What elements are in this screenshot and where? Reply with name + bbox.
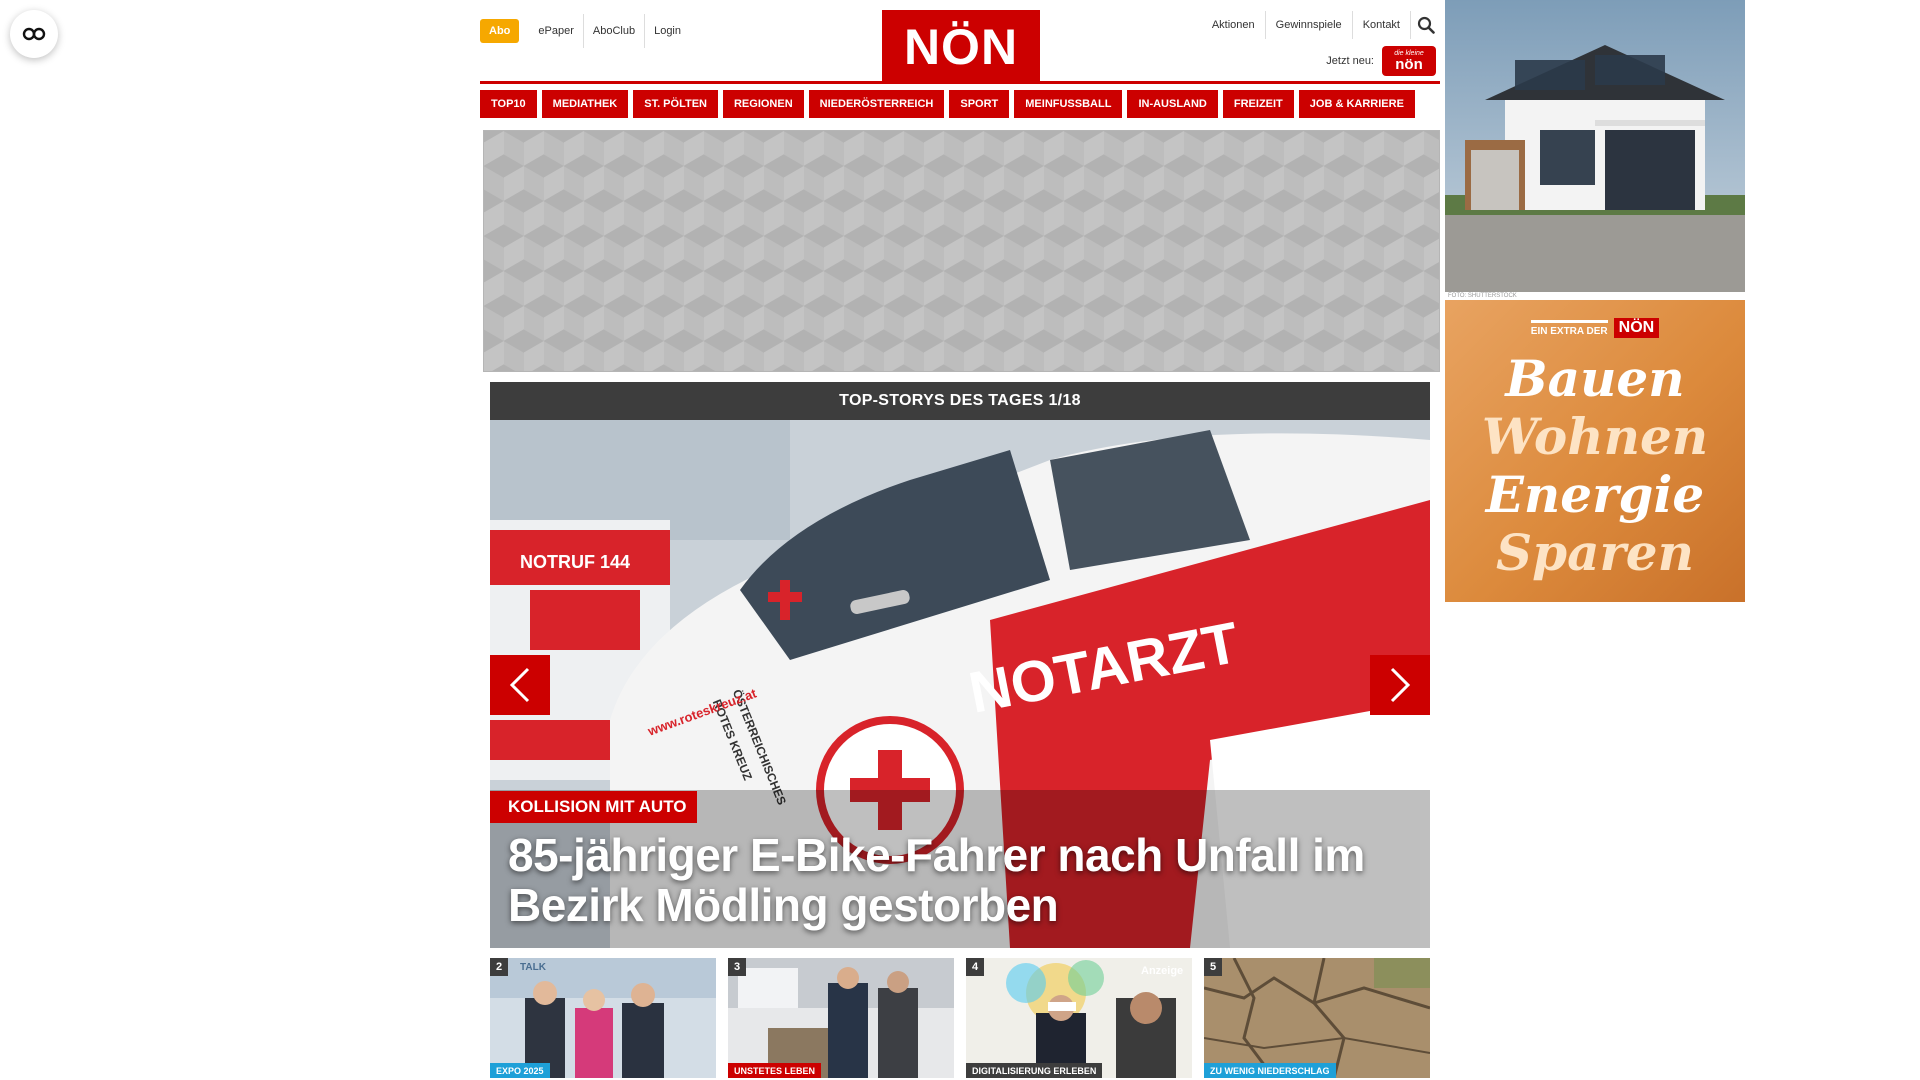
aboclub-link[interactable]: AboClub	[582, 14, 644, 48]
thumb-image: TALK	[490, 958, 716, 1078]
nav-regionen[interactable]: REGIONEN	[722, 90, 804, 118]
thumb-number: 4	[966, 958, 984, 976]
top-left-links: Abo ePaper AboClub Login	[480, 14, 690, 48]
thumb-tag: EXPO 2025	[490, 1063, 550, 1078]
top-right-links: Aktionen Gewinnspiele Kontakt	[1202, 10, 1440, 40]
nav-in-ausland[interactable]: IN-AUSLAND	[1127, 90, 1218, 118]
search-button[interactable]	[1410, 11, 1440, 39]
jetzt-neu-label: Jetzt neu:	[1326, 55, 1374, 67]
ad2-word-wohnen: Wohnen	[1481, 407, 1709, 466]
site-header: Abo ePaper AboClub Login NÖN Aktionen Ge…	[480, 0, 1440, 84]
thumb-number: 5	[1204, 958, 1222, 976]
nav-niederoesterreich[interactable]: NIEDERÖSTERREICH	[808, 90, 945, 118]
main-nav: TOP10 MEDIATHEK ST. PÖLTEN REGIONEN NIED…	[480, 90, 1440, 118]
glasses-icon	[22, 27, 46, 41]
thumb-image	[1204, 958, 1430, 1078]
abo-button[interactable]: Abo	[480, 19, 520, 43]
ad2-logo: NÖN	[1613, 318, 1660, 338]
kleine-noen-badge[interactable]: die kleine nön	[1382, 46, 1436, 76]
nav-top10[interactable]: TOP10	[480, 90, 537, 118]
kontakt-link[interactable]: Kontakt	[1351, 11, 1410, 39]
thumb-corner-text: TALK	[520, 962, 547, 973]
story-thumb-4[interactable]: Anzeige 4 DIGITALISIERUNG ERLEBEN	[966, 958, 1192, 1078]
reader-mode-button[interactable]	[10, 10, 58, 58]
nav-job-karriere[interactable]: JOB & KARRIERE	[1298, 90, 1415, 118]
nav-freizeit[interactable]: FREIZEIT	[1222, 90, 1294, 118]
hero-headline[interactable]: 85-jähriger E-Bike-Fahrer nach Unfall im…	[508, 830, 1408, 930]
story-thumb-3[interactable]: 3 UNSTETES LEBEN	[728, 958, 954, 1078]
story-thumbnails: TALK 2 EXPO 2025 3 UNSTETES LEBEN Anzeig…	[490, 958, 1430, 1078]
thumb-corner-text: Anzeige	[1141, 965, 1183, 977]
nav-st-poelten[interactable]: ST. PÖLTEN	[633, 90, 718, 118]
chevron-right-icon	[1390, 667, 1411, 703]
kleine-noen-badge-main: nön	[1395, 56, 1423, 73]
jetzt-neu-promo[interactable]: Jetzt neu: die kleine nön	[1326, 46, 1436, 76]
ambulance-text: NOTRUF 144	[520, 552, 630, 572]
top-stories-title: TOP-STORYS DES TAGES 1/18	[490, 382, 1430, 420]
ad2-words: Bauen Wohnen Energie Sparen	[1445, 350, 1745, 582]
ad2-extra-label: EIN EXTRA DER	[1530, 319, 1608, 337]
thumb-image: Anzeige	[966, 958, 1192, 1078]
side-ad-bauen-wohnen[interactable]: EIN EXTRA DER NÖN Bauen Wohnen Energie S…	[1445, 300, 1745, 602]
nav-meinfussball[interactable]: MEINFUSSBALL	[1014, 90, 1123, 118]
side-ad-caption: FOTO: SHUTTERSTOCK	[1448, 293, 1517, 299]
top-stories: TOP-STORYS DES TAGES 1/18 NOTRUF 144 NOT…	[490, 382, 1430, 1078]
login-link[interactable]: Login	[644, 14, 690, 48]
thumb-tag: DIGITALISIERUNG ERLEBEN	[966, 1063, 1103, 1078]
main-column: Abo ePaper AboClub Login NÖN Aktionen Ge…	[480, 0, 1440, 1078]
thumb-tag: ZU WENIG NIEDERSCHLAG	[1204, 1063, 1336, 1078]
nav-mediathek[interactable]: MEDIATHEK	[541, 90, 629, 118]
ad-banner-placeholder	[483, 130, 1440, 372]
story-thumb-2[interactable]: TALK 2 EXPO 2025	[490, 958, 716, 1078]
story-thumb-5[interactable]: 5 ZU WENIG NIEDERSCHLAG	[1204, 958, 1430, 1078]
epaper-link[interactable]: ePaper	[529, 14, 582, 48]
nav-sport[interactable]: SPORT	[949, 90, 1010, 118]
ad2-word-bauen: Bauen	[1505, 349, 1685, 408]
ad2-word-energie: Energie	[1485, 465, 1705, 524]
hero-kicker[interactable]: KOLLISION MIT AUTO	[490, 791, 697, 823]
gewinnspiele-link[interactable]: Gewinnspiele	[1264, 11, 1352, 39]
search-icon	[1417, 16, 1435, 34]
ad2-header: EIN EXTRA DER NÖN	[1445, 318, 1745, 338]
site-logo[interactable]: NÖN	[882, 10, 1040, 84]
house-ad-image	[1445, 0, 1745, 292]
next-story-button[interactable]	[1370, 655, 1430, 715]
hero-story[interactable]: NOTRUF 144 NOTARZT ÖSTERREICHISCHES ROTE…	[490, 420, 1430, 948]
ad2-word-sparen: Sparen	[1496, 523, 1694, 582]
side-ad-house[interactable]	[1445, 0, 1745, 292]
aktionen-link[interactable]: Aktionen	[1202, 11, 1265, 39]
thumb-number: 2	[490, 958, 508, 976]
prev-story-button[interactable]	[490, 655, 550, 715]
thumb-tag: UNSTETES LEBEN	[728, 1063, 822, 1078]
thumb-image	[728, 958, 954, 1078]
thumb-number: 3	[728, 958, 746, 976]
chevron-left-icon	[509, 667, 530, 703]
